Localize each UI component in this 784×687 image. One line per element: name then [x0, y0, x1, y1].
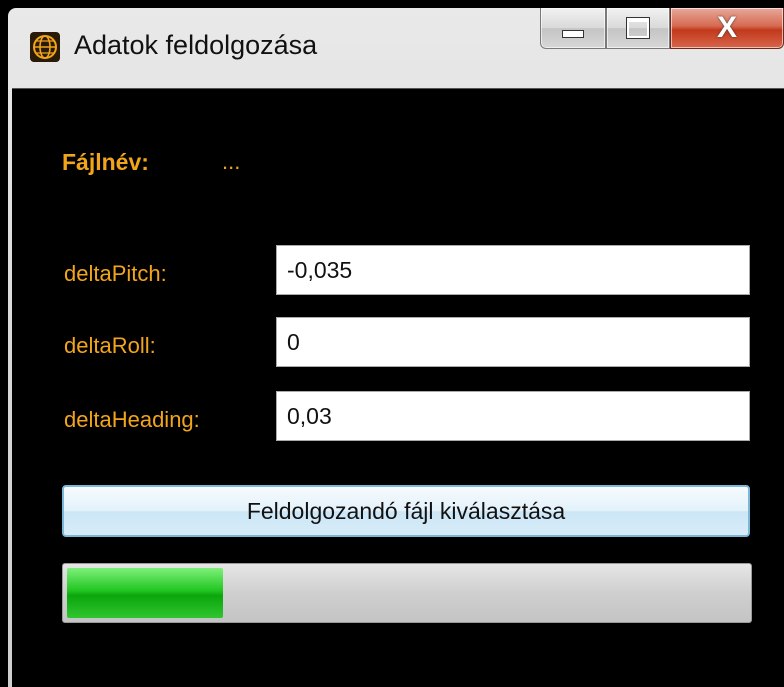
close-icon: X	[716, 11, 737, 44]
select-file-button[interactable]: Feldolgozandó fájl kiválasztása	[62, 485, 750, 537]
delta-pitch-label: deltaPitch:	[64, 261, 167, 286]
globe-icon	[30, 32, 60, 62]
filename-label: Fájlnév:	[62, 149, 149, 175]
minimize-button[interactable]	[540, 8, 606, 49]
delta-roll-input[interactable]	[276, 317, 750, 367]
window-title: Adatok feldolgozása	[74, 30, 318, 60]
progress-fill	[67, 568, 224, 618]
delta-heading-label: deltaHeading:	[64, 407, 200, 432]
app-window: Adatok feldolgozása X Fájlnév: ... delta…	[8, 8, 784, 687]
maximize-button[interactable]	[606, 8, 670, 49]
minimize-icon	[562, 30, 584, 38]
delta-roll-label: deltaRoll:	[64, 333, 156, 358]
maximize-icon	[626, 17, 650, 39]
title-bar[interactable]: Adatok feldolgozása X	[8, 8, 784, 86]
form-client-area: Fájlnév: ... deltaPitch: deltaRoll: delt…	[12, 88, 784, 687]
close-button[interactable]: X	[670, 8, 784, 49]
window-controls: X	[540, 8, 784, 52]
progress-bar	[62, 563, 752, 623]
filename-value: ...	[222, 149, 241, 174]
delta-pitch-input[interactable]	[276, 245, 750, 295]
delta-heading-input[interactable]	[276, 391, 750, 441]
